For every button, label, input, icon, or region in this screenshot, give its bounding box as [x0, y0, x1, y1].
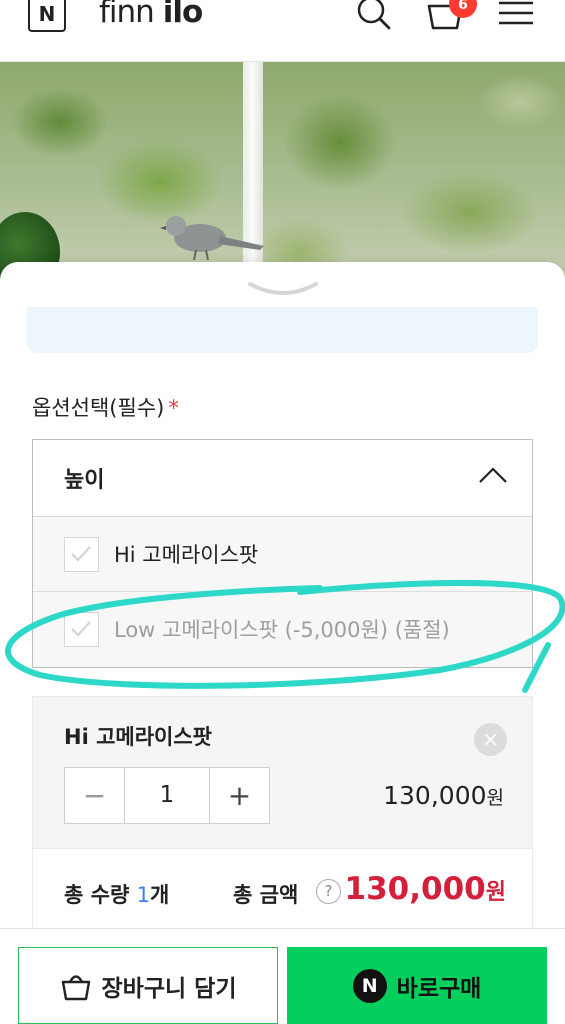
- option-section-title: 옵션선택(필수) *: [32, 392, 179, 422]
- option-dropdown: 높이 Hi 고메라이스팟 Low 고메라이스팟 (-5,000원) (품절): [32, 439, 533, 668]
- required-mark: *: [168, 396, 179, 420]
- add-to-cart-label: 장바구니 담기: [101, 975, 237, 1002]
- check-icon: [71, 621, 91, 637]
- quantity-stepper: − 1 +: [64, 767, 270, 824]
- brand-bold-text: ilo: [162, 0, 204, 30]
- total-amount: 130,000원: [345, 871, 506, 907]
- buy-now-button[interactable]: N 바로구매: [287, 947, 547, 1024]
- price-value: 130,000: [383, 781, 487, 810]
- option-item-low-sold-out[interactable]: Low 고메라이스팟 (-5,000원) (품절): [33, 592, 532, 667]
- brand-logo[interactable]: finn ilo: [99, 0, 204, 30]
- shopping-bag-icon: [61, 974, 90, 1000]
- buy-now-label: 바로구매: [396, 975, 482, 1002]
- total-amount-unit: 원: [485, 880, 506, 905]
- naver-logo[interactable]: N: [28, 0, 66, 32]
- remove-option-button[interactable]: ×: [474, 723, 507, 756]
- chevron-up-icon[interactable]: [478, 466, 508, 484]
- selected-option-card: Hi 고메라이스팟 × − 1 + 130,000원: [32, 696, 533, 849]
- help-icon[interactable]: ?: [316, 879, 341, 904]
- option-item-hi[interactable]: Hi 고메라이스팟: [33, 517, 532, 592]
- total-quantity-label: 총 수량: [64, 883, 137, 907]
- option-checkbox[interactable]: [64, 537, 99, 572]
- info-banner: [27, 307, 538, 353]
- product-photo: [0, 62, 565, 282]
- option-title-text: 옵션선택(필수): [32, 396, 165, 420]
- check-icon: [71, 546, 91, 562]
- menu-icon[interactable]: [498, 0, 534, 28]
- total-quantity-value: 1: [136, 883, 150, 907]
- total-amount-value: 130,000: [344, 871, 486, 907]
- total-quantity: 총 수량 1개: [64, 879, 169, 909]
- search-icon[interactable]: [356, 0, 392, 30]
- decrease-quantity-button[interactable]: −: [65, 768, 125, 823]
- option-checkbox[interactable]: [64, 612, 99, 647]
- option-label: Low 고메라이스팟 (-5,000원) (품절): [114, 618, 450, 642]
- bird-figurine: [160, 216, 264, 261]
- total-amount-label: 총 금액: [233, 883, 299, 907]
- add-to-cart-button[interactable]: 장바구니 담기: [18, 947, 278, 1024]
- increase-quantity-button[interactable]: +: [209, 768, 269, 823]
- dropdown-label: 높이: [64, 468, 105, 493]
- site-header: N finn ilo 6: [0, 0, 565, 62]
- bottom-action-bar: 장바구니 담기 N 바로구매: [0, 928, 565, 1024]
- selected-option-price: 130,000원: [383, 781, 504, 810]
- price-unit: 원: [486, 787, 504, 809]
- sheet-collapse-handle-icon[interactable]: [248, 280, 318, 300]
- quantity-value[interactable]: 1: [125, 768, 209, 823]
- brand-light-text: finn: [99, 0, 163, 30]
- dropdown-header[interactable]: 높이: [33, 440, 532, 517]
- option-label: Hi 고메라이스팟: [114, 543, 259, 567]
- total-quantity-unit: 개: [149, 883, 170, 907]
- selected-option-name: Hi 고메라이스팟: [64, 725, 213, 749]
- option-bottom-sheet: 옵션선택(필수) * 높이 Hi 고메라이스팟 Low 고메라이스팟 (-5,00…: [0, 262, 565, 942]
- naver-pay-icon: N: [352, 968, 387, 1003]
